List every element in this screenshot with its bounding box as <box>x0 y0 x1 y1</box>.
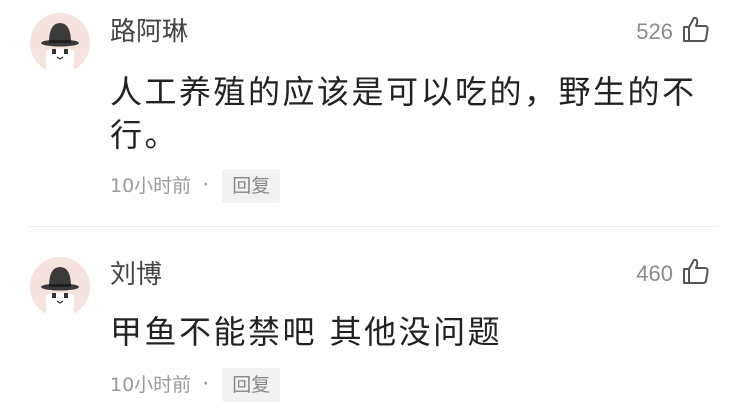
user-avatar[interactable] <box>30 13 90 73</box>
like-button[interactable]: 526 <box>636 14 711 44</box>
comment-content: 人工养殖的应该是可以吃的，野生的不行。 <box>110 73 697 154</box>
thumbs-up-icon[interactable] <box>681 256 711 286</box>
default-user-avatar-icon <box>41 23 79 73</box>
comment-username[interactable]: 刘博 <box>110 260 162 290</box>
like-count: 460 <box>636 261 673 286</box>
comment-content: 甲鱼不能禁吧 其他没问题 <box>110 313 503 351</box>
reply-button[interactable]: 回复 <box>222 368 281 402</box>
comment-username[interactable]: 路阿琳 <box>110 17 188 47</box>
like-count: 526 <box>636 19 673 44</box>
comment-item: 刘博 460 甲鱼不能禁吧 其他没问题 10小时前 · 回复 <box>0 226 749 413</box>
comment-meta: 10小时前 · 回复 <box>110 368 281 402</box>
meta-separator: · <box>202 372 210 397</box>
default-user-avatar-icon <box>41 267 79 317</box>
user-avatar[interactable] <box>30 257 90 317</box>
comment-time: 10小时前 <box>110 175 192 197</box>
comment-time: 10小时前 <box>110 374 192 396</box>
comment-meta: 10小时前 · 回复 <box>110 169 281 203</box>
like-button[interactable]: 460 <box>636 256 711 286</box>
reply-button[interactable]: 回复 <box>222 169 281 203</box>
comment-item: 路阿琳 526 人工养殖的应该是可以吃的，野生的不行。 10小时前 · 回复 <box>0 0 749 226</box>
meta-separator: · <box>202 173 210 198</box>
thumbs-up-icon[interactable] <box>681 14 711 44</box>
